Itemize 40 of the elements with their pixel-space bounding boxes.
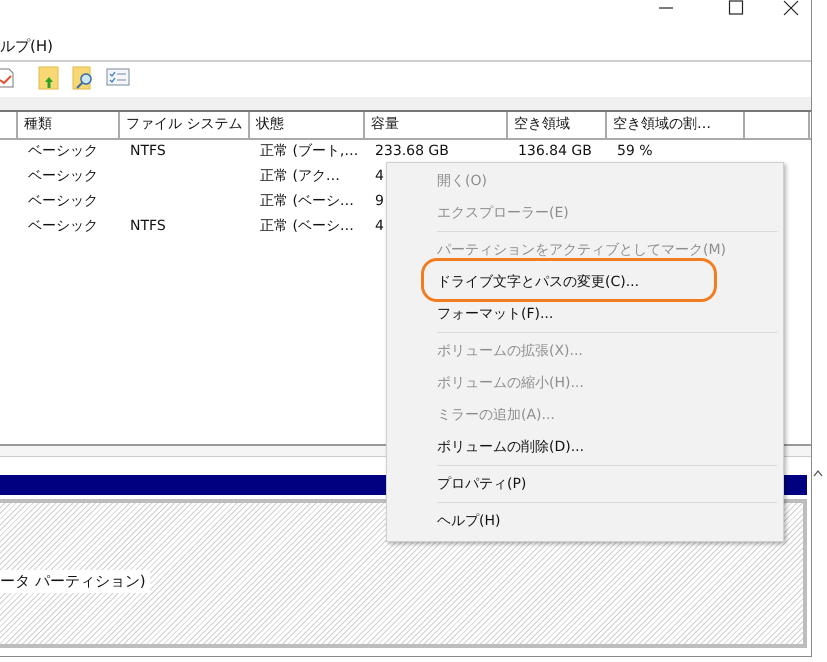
table-cell: ベーシック: [28, 193, 98, 209]
document-check-icon[interactable]: [0, 66, 14, 90]
column-header[interactable]: 空き領域の割…: [607, 112, 745, 138]
menu-item: ボリュームの縮小(H)...: [437, 374, 584, 392]
menu-item[interactable]: フォーマット(F)...: [437, 305, 554, 323]
table-cell: 4: [375, 218, 384, 234]
menu-item[interactable]: ルプ(H): [0, 37, 53, 56]
menu-item: ボリュームの拡張(X)...: [437, 342, 583, 360]
table-cell: 正常 (アク…: [260, 168, 340, 184]
column-header[interactable]: ファイル システム: [120, 112, 250, 138]
table-cell: 59 %: [617, 143, 653, 159]
menu-item: パーティションをアクティブとしてマーク(M): [437, 241, 726, 259]
table-cell: NTFS: [130, 218, 166, 234]
close-icon[interactable]: [782, 0, 800, 16]
table-cell: ベーシック: [28, 143, 98, 159]
column-header[interactable]: 容量: [365, 112, 508, 138]
menu-item[interactable]: ヘルプ(H): [437, 512, 500, 530]
table-cell: 正常 (ベーシ…: [260, 218, 354, 234]
maximize-icon[interactable]: [727, 0, 745, 16]
menu-item: 開く(O): [437, 172, 487, 190]
menu-item[interactable]: ボリュームの削除(D)...: [437, 438, 584, 456]
scroll-up-icon[interactable]: [813, 469, 823, 477]
table-cell: 9: [375, 193, 384, 209]
table-cell: ベーシック: [28, 168, 98, 184]
table-cell: 正常 (ベーシ…: [260, 193, 354, 209]
table-cell: ベーシック: [28, 218, 98, 234]
menu-item[interactable]: ドライブ文字とパスの変更(C)...: [437, 273, 640, 291]
table-cell: 233.68 GB: [375, 143, 449, 159]
folder-search-icon[interactable]: [72, 66, 94, 90]
table-cell: 136.84 GB: [518, 143, 592, 159]
table-cell: NTFS: [130, 143, 166, 159]
column-header[interactable]: 空き領域: [508, 112, 607, 138]
table-cell: 4: [375, 168, 384, 184]
menu-item[interactable]: プロパティ(P): [437, 475, 526, 493]
menu-item: ミラーの追加(A)...: [437, 406, 555, 424]
table-cell: 正常 (ブート,…: [260, 143, 358, 159]
column-header[interactable]: 種類: [18, 112, 120, 138]
column-header[interactable]: 状態: [250, 112, 365, 138]
menu-item: エクスプローラー(E): [437, 204, 569, 222]
partition-label: ータ パーティション): [0, 570, 150, 593]
